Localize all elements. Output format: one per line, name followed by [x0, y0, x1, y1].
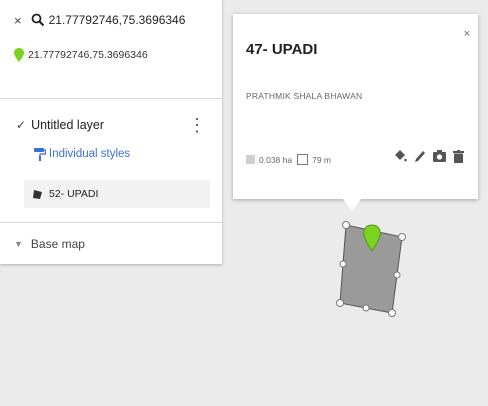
- layer-checkbox[interactable]: ✓: [16, 118, 26, 132]
- feature-label: 52- UPADI: [49, 188, 99, 200]
- divider: [0, 222, 222, 223]
- location-coords: 21.77792746,75.3696346: [28, 49, 148, 61]
- feature-popup: × 47- UPADI PRATHMIK SHALA BHAWAN 0.038 …: [233, 14, 478, 211]
- pencil-icon[interactable]: [414, 150, 426, 163]
- divider: [0, 98, 222, 99]
- more-vert-icon[interactable]: ⋮: [188, 114, 206, 136]
- paint-bucket-icon[interactable]: [393, 149, 407, 163]
- feature-item[interactable]: 52- UPADI: [24, 180, 210, 208]
- perimeter-value: 79 m: [312, 154, 331, 165]
- polygon-icon: [33, 189, 42, 199]
- layer-header[interactable]: ✓ Untitled layer ⋮: [16, 114, 212, 136]
- search-query[interactable]: 21.77792746,75.3696346: [49, 13, 186, 27]
- area-icon: [246, 155, 255, 164]
- styles-label[interactable]: Individual styles: [49, 148, 130, 160]
- chevron-down-icon[interactable]: ▼: [14, 239, 23, 249]
- camera-icon[interactable]: [433, 150, 446, 162]
- midpoint-handle: [362, 304, 370, 312]
- popup-title: 47- UPADI: [246, 41, 318, 58]
- vertex-handle: [388, 309, 396, 317]
- layer-name[interactable]: Untitled layer: [31, 118, 104, 132]
- popup-pointer: [343, 199, 361, 211]
- basemap-label[interactable]: Base map: [31, 237, 85, 251]
- paint-roller-icon: [34, 147, 46, 161]
- map-pin-icon: [14, 48, 24, 62]
- area-value: 0.038 ha: [259, 154, 293, 165]
- popup-stats: 0.038 ha 79 m: [246, 154, 331, 165]
- side-panel: × 21.77792746,75.3696346 21.77792746,75.…: [0, 0, 222, 264]
- perimeter-icon: [297, 154, 309, 165]
- search-bar: × 21.77792746,75.3696346: [14, 10, 185, 30]
- vertex-handle: [336, 299, 344, 307]
- midpoint-handle: [339, 260, 347, 268]
- search-icon[interactable]: [31, 13, 45, 27]
- styles-link[interactable]: Individual styles: [34, 144, 130, 164]
- vertex-handle: [342, 221, 350, 229]
- trash-icon[interactable]: [453, 149, 464, 163]
- vertex-handle: [398, 233, 406, 241]
- close-icon[interactable]: ×: [464, 28, 470, 40]
- location-result[interactable]: 21.77792746,75.3696346: [14, 45, 148, 65]
- close-icon[interactable]: ×: [14, 13, 22, 28]
- popup-description: PRATHMIK SHALA BHAWAN: [246, 91, 363, 101]
- midpoint-handle: [393, 271, 401, 279]
- basemap-toggle[interactable]: ▼ Base map: [14, 234, 85, 254]
- popup-toolbar: [393, 149, 464, 163]
- selected-polygon[interactable]: [330, 215, 410, 325]
